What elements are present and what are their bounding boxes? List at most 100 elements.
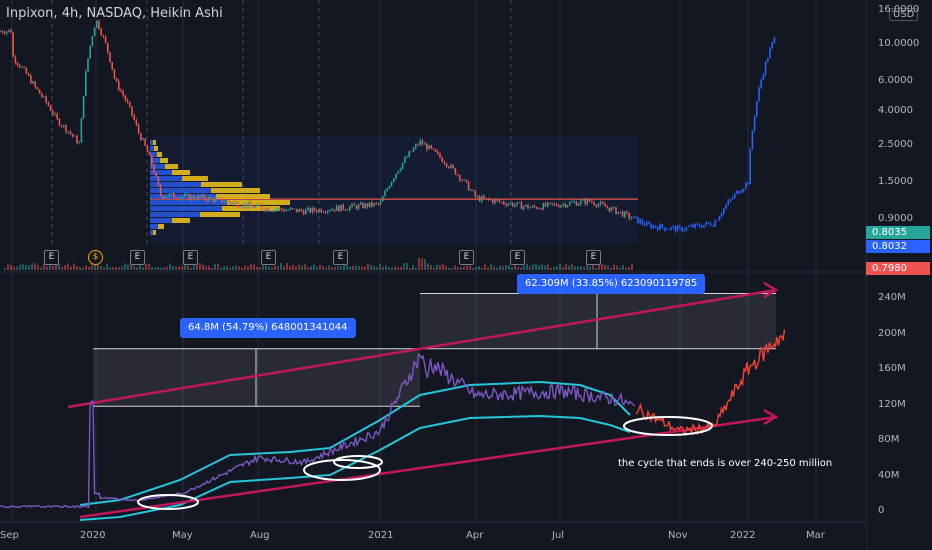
price-candle (729, 199, 732, 201)
price-candle (419, 140, 421, 145)
price-candle (151, 155, 153, 166)
price-candle (274, 209, 276, 212)
volume-bar (217, 263, 219, 270)
price-candle (69, 131, 72, 134)
measure-label-1[interactable]: 64.8M (54.79%) 648001341044 (180, 318, 356, 338)
indicator-panel[interactable] (0, 281, 786, 521)
volume-bar (214, 264, 216, 270)
volume-bar (16, 266, 18, 270)
price-candle (588, 199, 591, 202)
volume-bar (403, 263, 405, 270)
price-candle (452, 164, 454, 169)
price-candle (430, 145, 432, 149)
volume-bar (175, 266, 177, 270)
volume-bar (289, 266, 291, 270)
volume-profile-bar (211, 188, 260, 193)
price-candle (712, 225, 714, 227)
price-candle (496, 199, 498, 201)
price-candle (646, 222, 648, 226)
volume-profile-bar (150, 224, 158, 229)
volume-bar (490, 264, 492, 270)
time-tick-label: 2022 (730, 530, 756, 541)
price-candle (27, 73, 30, 76)
price-candle (212, 198, 215, 202)
price-candle (8, 29, 10, 32)
volume-bar (418, 257, 420, 270)
price-candle (291, 208, 294, 210)
volume-bar (631, 264, 633, 270)
volume-bar (25, 265, 27, 270)
volume-profile-bar (165, 164, 178, 169)
price-panel[interactable] (0, 19, 776, 270)
volume-bar (70, 266, 72, 270)
price-candle (38, 89, 41, 94)
price-candle (716, 220, 718, 222)
price-candle (230, 202, 232, 204)
volume-bar (346, 265, 348, 270)
price-candle (727, 200, 729, 206)
price-candle (247, 202, 250, 208)
volume-profile-bar (153, 230, 156, 235)
price-candle (366, 203, 369, 208)
earnings-marker[interactable]: E (510, 250, 525, 265)
price-candle (234, 202, 237, 204)
price-candle (197, 195, 199, 200)
price-candle (122, 91, 124, 96)
price-candle (278, 208, 281, 210)
volume-bar (22, 264, 24, 270)
price-candle (256, 204, 259, 207)
volume-bar (142, 267, 144, 270)
volume-bar (235, 265, 237, 270)
price-candle (382, 196, 384, 202)
price-candle (254, 206, 256, 208)
volume-bar (178, 266, 180, 270)
earnings-marker[interactable]: E (459, 250, 474, 265)
price-candle (371, 202, 373, 207)
volume-profile-bar (150, 188, 211, 193)
volume-profile-bar (222, 206, 280, 211)
price-candle (509, 202, 512, 204)
price-candle (599, 202, 602, 205)
earnings-marker[interactable]: E (44, 250, 59, 265)
volume-bar (511, 267, 513, 270)
price-candle (289, 208, 292, 210)
volume-bar (121, 266, 123, 270)
price-candle (544, 203, 547, 207)
earnings-marker[interactable]: E (183, 250, 198, 265)
volume-bar (496, 267, 498, 270)
price-candle (115, 78, 118, 82)
time-tick-label: Nov (668, 530, 688, 541)
price-candle (412, 147, 415, 152)
price-candle (593, 202, 595, 205)
price-candle (487, 197, 490, 200)
price-candle (120, 89, 122, 92)
price-candle (465, 179, 468, 182)
volume-bar (442, 264, 444, 270)
volume-bar (529, 265, 531, 270)
earnings-marker[interactable]: E (130, 250, 145, 265)
price-candle (166, 196, 168, 198)
price-tick-label: 10.0000 (878, 38, 920, 50)
volume-bar (463, 266, 465, 270)
price-candle (602, 202, 604, 204)
volume-bar (568, 265, 570, 270)
volume-profile-bar (150, 206, 222, 211)
price-candle (76, 135, 78, 144)
measure-label-2[interactable]: 62.309M (33.85%) 623090119785 (517, 274, 706, 294)
volume-bar (100, 266, 102, 270)
volume-bar (550, 267, 552, 270)
price-candle (307, 207, 309, 210)
volume-bar (76, 266, 78, 270)
volume-bar (31, 263, 33, 270)
price-candle (467, 181, 470, 191)
earnings-marker[interactable]: E (261, 250, 276, 265)
price-candle (617, 211, 619, 214)
volume-bar (436, 264, 438, 270)
earnings-marker[interactable]: E (586, 250, 601, 265)
price-candle (463, 179, 465, 181)
earnings-marker[interactable]: E (333, 250, 348, 265)
price-candle (181, 196, 184, 198)
dividend-marker[interactable]: $ (88, 250, 103, 265)
price-candle (10, 29, 12, 33)
volume-bar (457, 266, 459, 270)
